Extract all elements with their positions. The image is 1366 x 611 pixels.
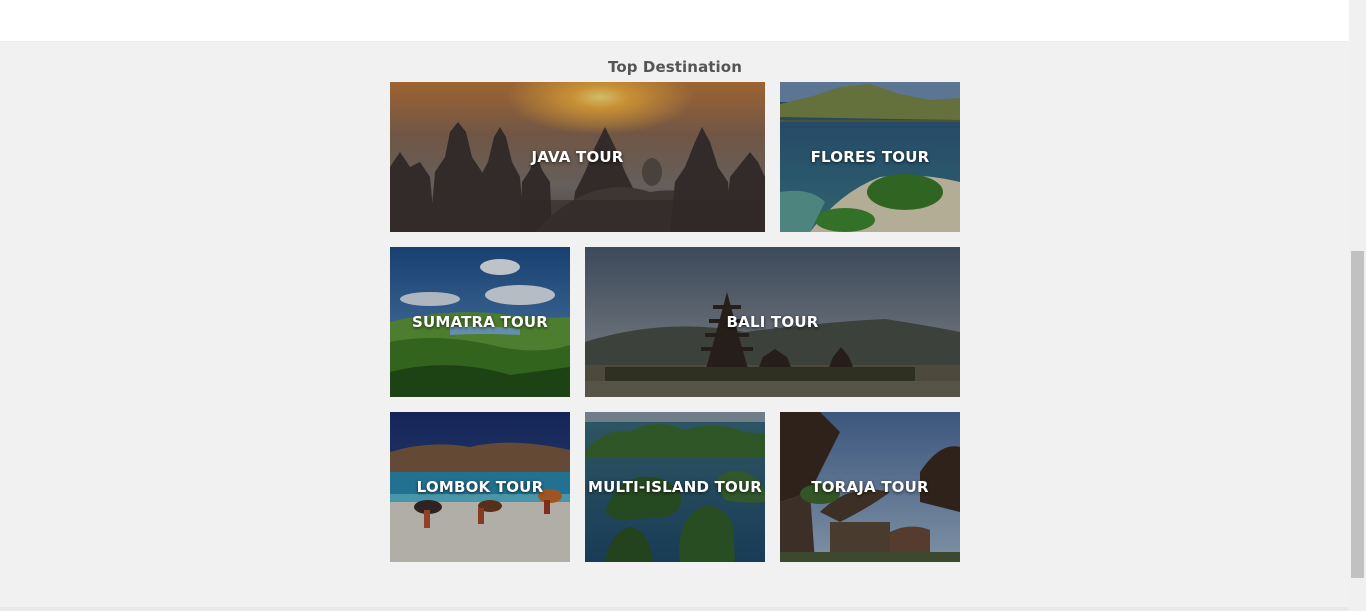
- tile-multi-island-tour[interactable]: MULTI-ISLAND TOUR: [585, 412, 765, 562]
- section-title: Top Destination: [608, 58, 742, 76]
- tile-label: SUMATRA TOUR: [411, 313, 549, 331]
- tile-bali-tour[interactable]: BALI TOUR: [585, 247, 960, 397]
- section-divider: [0, 607, 1349, 611]
- tile-toraja-tour[interactable]: TORAJA TOUR: [780, 412, 960, 562]
- header-bar: [0, 0, 1349, 42]
- tile-label: LOMBOK TOUR: [416, 478, 544, 496]
- tile-flores-tour[interactable]: FLORES TOUR: [780, 82, 960, 232]
- tile-java-tour[interactable]: JAVA TOUR: [390, 82, 765, 232]
- scrollbar-thumb[interactable]: [1351, 251, 1364, 578]
- tile-lombok-tour[interactable]: LOMBOK TOUR: [390, 412, 570, 562]
- tile-label: BALI TOUR: [726, 313, 819, 331]
- tile-sumatra-tour[interactable]: SUMATRA TOUR: [390, 247, 570, 397]
- tile-label: MULTI-ISLAND TOUR: [587, 478, 763, 496]
- tile-label: FLORES TOUR: [810, 148, 930, 166]
- tile-label: JAVA TOUR: [531, 148, 624, 166]
- tile-label: TORAJA TOUR: [811, 478, 929, 496]
